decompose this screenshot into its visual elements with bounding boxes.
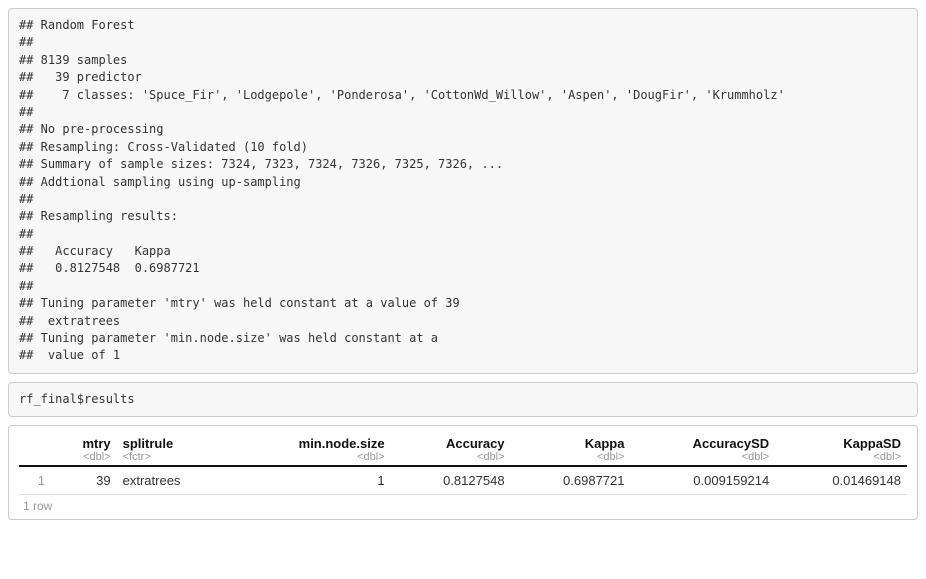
- column-header-splitrule: splitrule <fctr>: [117, 432, 231, 466]
- output-line: ## Summary of sample sizes: 7324, 7323, …: [19, 156, 907, 173]
- output-line: ## 7 classes: 'Spuce_Fir', 'Lodgepole', …: [19, 87, 907, 104]
- table-row: 1 39 extratrees 1 0.8127548 0.6987721 0.…: [19, 466, 907, 495]
- column-name: Kappa: [585, 436, 625, 451]
- cell-min-node-size: 1: [231, 466, 391, 495]
- column-name: splitrule: [123, 436, 174, 451]
- row-index: 1: [19, 466, 51, 495]
- output-line: ##: [19, 191, 907, 208]
- column-name: Accuracy: [446, 436, 505, 451]
- code-input-block: rf_final$results: [8, 382, 918, 417]
- column-header-kappasd: KappaSD <dbl>: [775, 432, 907, 466]
- table-footer: 1 row: [19, 495, 907, 515]
- column-name: mtry: [82, 436, 110, 451]
- column-header-accuracy: Accuracy <dbl>: [391, 432, 511, 466]
- results-table: mtry <dbl> splitrule <fctr> min.node.siz…: [19, 432, 907, 495]
- output-line: ##: [19, 226, 907, 243]
- output-line: ## value of 1: [19, 347, 907, 364]
- cell-accuracysd: 0.009159214: [630, 466, 775, 495]
- output-line: ## extratrees: [19, 313, 907, 330]
- column-header-min-node-size: min.node.size <dbl>: [231, 432, 391, 466]
- code-input: rf_final$results: [19, 391, 907, 408]
- column-header-index: [19, 432, 51, 466]
- column-header-kappa: Kappa <dbl>: [511, 432, 631, 466]
- output-line: ## Random Forest: [19, 17, 907, 34]
- output-line: ## 8139 samples: [19, 52, 907, 69]
- table-header-row: mtry <dbl> splitrule <fctr> min.node.siz…: [19, 432, 907, 466]
- cell-mtry: 39: [51, 466, 117, 495]
- output-line: ## Tuning parameter 'mtry' was held cons…: [19, 295, 907, 312]
- column-type: <dbl>: [397, 451, 505, 463]
- table-head: mtry <dbl> splitrule <fctr> min.node.siz…: [19, 432, 907, 466]
- column-type: <dbl>: [781, 451, 901, 463]
- table-body: 1 39 extratrees 1 0.8127548 0.6987721 0.…: [19, 466, 907, 495]
- output-line: ## Resampling results:: [19, 208, 907, 225]
- cell-splitrule: extratrees: [117, 466, 231, 495]
- output-line: ## 39 predictor: [19, 69, 907, 86]
- column-type: <dbl>: [517, 451, 625, 463]
- output-line: ## Tuning parameter 'min.node.size' was …: [19, 330, 907, 347]
- column-header-mtry: mtry <dbl>: [51, 432, 117, 466]
- console-output: ## Random Forest ## ## 8139 samples## 39…: [19, 17, 907, 365]
- results-table-wrap: mtry <dbl> splitrule <fctr> min.node.siz…: [8, 425, 918, 520]
- console-output-block: ## Random Forest ## ## 8139 samples## 39…: [8, 8, 918, 374]
- output-line: ##: [19, 34, 907, 51]
- cell-accuracy: 0.8127548: [391, 466, 511, 495]
- cell-kappa: 0.6987721: [511, 466, 631, 495]
- cell-kappasd: 0.01469148: [775, 466, 907, 495]
- output-line: ## Accuracy Kappa: [19, 243, 907, 260]
- column-type: <dbl>: [57, 451, 111, 463]
- column-name: min.node.size: [299, 436, 385, 451]
- output-line: ## No pre-processing: [19, 121, 907, 138]
- column-name: KappaSD: [843, 436, 901, 451]
- output-line: ## Resampling: Cross-Validated (10 fold): [19, 139, 907, 156]
- column-type: <dbl>: [636, 451, 769, 463]
- column-type: <dbl>: [237, 451, 385, 463]
- output-line: ##: [19, 278, 907, 295]
- column-header-accuracysd: AccuracySD <dbl>: [630, 432, 775, 466]
- column-type: <fctr>: [123, 451, 225, 463]
- output-line: ##: [19, 104, 907, 121]
- output-line: ## 0.8127548 0.6987721: [19, 260, 907, 277]
- output-line: ## Addtional sampling using up-sampling: [19, 174, 907, 191]
- column-name: AccuracySD: [693, 436, 770, 451]
